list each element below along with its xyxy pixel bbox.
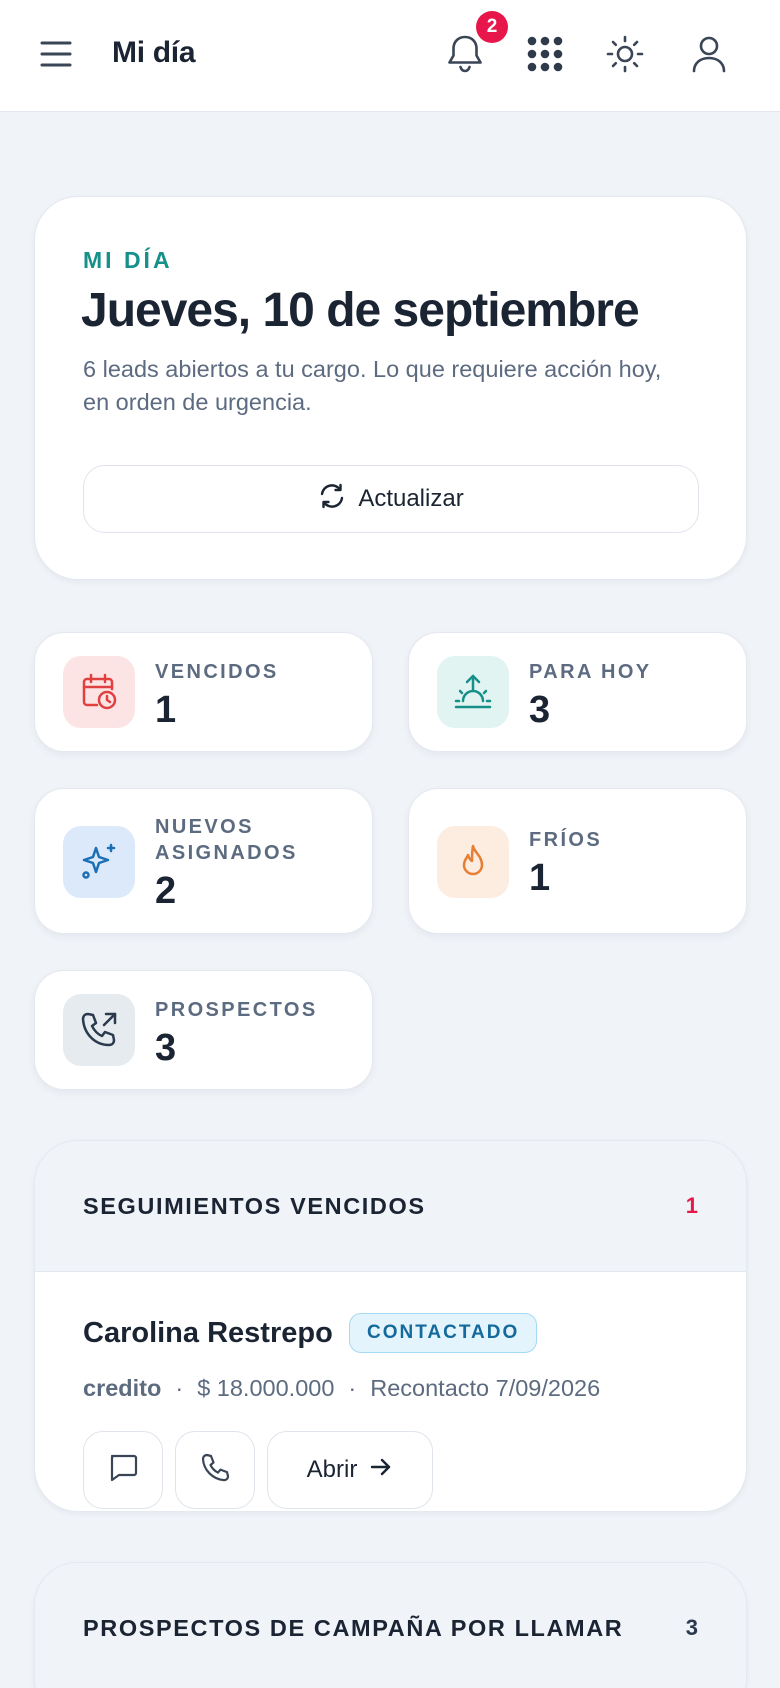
user-icon [691, 34, 727, 79]
stat-value: 2 [155, 870, 177, 912]
phone-icon [199, 1452, 231, 1489]
lead-name[interactable]: Carolina Restrepo [83, 1317, 333, 1350]
sparkles-icon [63, 826, 135, 898]
day-summary-card: MI DÍA Jueves, 10 de septiembre 6 leads … [34, 196, 747, 580]
current-date-heading: Jueves, 10 de septiembre [81, 284, 640, 337]
refresh-icon [318, 482, 346, 517]
stat-card-overdue[interactable]: VENCIDOS 1 [34, 632, 373, 752]
section-count: 3 [685, 1615, 698, 1640]
lead-amount: $ 18.000.000 [197, 1375, 335, 1401]
refresh-label: Actualizar [358, 485, 464, 512]
sun-icon [605, 34, 645, 79]
stat-label: NUEVOS ASIGNADOS [155, 816, 298, 864]
stat-card-today[interactable]: PARA HOY 3 [408, 632, 747, 752]
stat-value: 1 [529, 857, 551, 899]
stat-card-new-assigned[interactable]: NUEVOS ASIGNADOS 2 [34, 788, 373, 934]
stat-label: PARA HOY [529, 661, 652, 683]
theme-toggle-button[interactable] [599, 30, 651, 82]
sunrise-icon [437, 656, 509, 728]
stat-card-prospects[interactable]: PROSPECTOS 3 [34, 970, 373, 1090]
top-app-bar: Mi día 2 [0, 0, 780, 112]
apps-button[interactable] [519, 30, 571, 82]
message-button[interactable] [83, 1431, 163, 1509]
stat-value: 1 [155, 689, 177, 731]
status-badge: CONTACTADO [349, 1313, 538, 1353]
stat-label: VENCIDOS [155, 661, 279, 683]
refresh-button[interactable]: Actualizar [83, 465, 699, 533]
stat-label: FRÍOS [529, 829, 603, 851]
bell-icon [445, 33, 485, 80]
separator-dot: · [175, 1375, 184, 1401]
campaign-prospects-section: PROSPECTOS DE CAMPAÑA POR LLAMAR 3 [34, 1562, 747, 1688]
open-label: Abrir [306, 1456, 358, 1483]
summary-description: 6 leads abiertos a tu cargo. Lo que requ… [83, 356, 662, 415]
stat-card-cold[interactable]: FRÍOS 1 [408, 788, 747, 934]
section-header: SEGUIMIENTOS VENCIDOS 1 [35, 1141, 746, 1272]
lead-details: credito · $ 18.000.000 · Recontacto 7/09/202… [83, 1375, 600, 1402]
phone-outgoing-icon [63, 994, 135, 1066]
apps-grid-icon [526, 35, 564, 78]
flame-icon [437, 826, 509, 898]
menu-icon [39, 39, 73, 74]
section-eyebrow: MI DÍA [83, 247, 173, 273]
overdue-followups-section: SEGUIMIENTOS VENCIDOS 1 Carolina Restrep… [34, 1140, 747, 1512]
open-lead-button[interactable]: Abrir [267, 1431, 433, 1509]
section-title: SEGUIMIENTOS VENCIDOS [83, 1193, 426, 1219]
stat-value: 3 [155, 1027, 177, 1069]
page-title: Mi día [112, 36, 196, 69]
menu-button[interactable] [32, 32, 80, 80]
section-count: 1 [685, 1193, 698, 1218]
lead-product: credito [83, 1375, 162, 1401]
notification-count-badge: 2 [476, 11, 508, 43]
stat-label: PROSPECTOS [155, 999, 318, 1021]
stat-value: 3 [529, 689, 551, 731]
section-header: PROSPECTOS DE CAMPAÑA POR LLAMAR 3 [35, 1563, 746, 1688]
separator-dot: · [348, 1375, 357, 1401]
profile-button[interactable] [683, 30, 735, 82]
arrow-right-icon [369, 1456, 393, 1485]
section-title: PROSPECTOS DE CAMPAÑA POR LLAMAR [83, 1615, 624, 1641]
calendar-clock-icon [63, 656, 135, 728]
chat-bubble-icon [107, 1453, 139, 1488]
call-button[interactable] [175, 1431, 255, 1509]
lead-recontact-date: Recontacto 7/09/2026 [370, 1375, 601, 1401]
